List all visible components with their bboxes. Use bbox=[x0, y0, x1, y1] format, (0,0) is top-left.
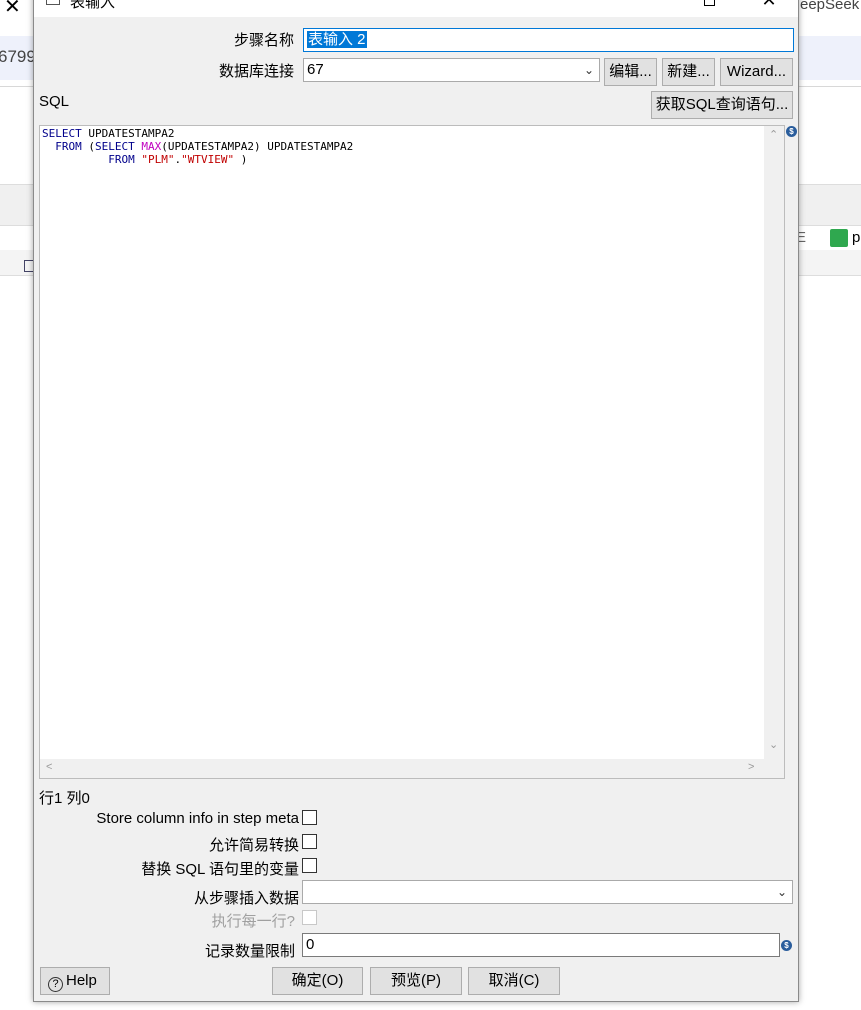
cancel-button[interactable]: 取消(C) bbox=[468, 967, 560, 995]
sql-token: ( bbox=[81, 140, 95, 153]
sql-line: FROM "PLM"."WTVIEW" ) bbox=[42, 153, 353, 166]
scroll-down-icon[interactable]: ⌄ bbox=[769, 738, 778, 751]
sql-token: ) bbox=[234, 153, 248, 166]
scroll-up-icon[interactable]: ⌃ bbox=[769, 128, 778, 141]
sql-token: FROM bbox=[42, 153, 135, 166]
sql-line: FROM (SELECT MAX(UPDATESTAMPA2) UPDATEST… bbox=[42, 140, 353, 153]
execute-each-row-checkbox bbox=[302, 910, 317, 925]
get-sql-button[interactable]: 获取SQL查询语句... bbox=[651, 91, 793, 119]
background-tab-title[interactable]: eepSeek bbox=[800, 0, 859, 13]
store-column-info-label: Store column info in step meta bbox=[96, 810, 299, 827]
lazy-conversion-checkbox[interactable] bbox=[302, 834, 317, 849]
variable-icon: $ bbox=[781, 940, 792, 951]
maximize-icon bbox=[703, 0, 715, 6]
help-icon: ? bbox=[48, 977, 63, 992]
limit-label: 记录数量限制 bbox=[204, 943, 295, 960]
maximize-button[interactable] bbox=[686, 0, 732, 15]
table-input-dialog: 表输入 ✕ 步骤名称 表输入 2 数据库连接 67 ⌄ 编辑... 新建... … bbox=[33, 0, 799, 1002]
new-connection-button[interactable]: 新建... bbox=[662, 58, 715, 86]
help-button-label: Help bbox=[66, 972, 97, 989]
db-connection-value: 67 bbox=[307, 61, 324, 78]
chevron-down-icon[interactable]: ⌄ bbox=[579, 59, 599, 81]
help-button[interactable]: ? Help bbox=[40, 967, 110, 995]
lazy-conversion-label: 允许简易转换 bbox=[208, 837, 299, 854]
sql-label: SQL bbox=[39, 93, 70, 110]
insert-from-step-select[interactable]: ⌄ bbox=[302, 880, 793, 904]
limit-value: 0 bbox=[306, 936, 315, 953]
preview-button[interactable]: 预览(P) bbox=[370, 967, 462, 995]
store-column-info-checkbox[interactable] bbox=[302, 810, 317, 825]
sql-token: (UPDATESTAMPA2) UPDATESTAMPA2 bbox=[161, 140, 354, 153]
sql-token: FROM bbox=[42, 140, 82, 153]
sql-token: "WTVIEW" bbox=[181, 153, 235, 166]
step-name-input[interactable]: 表输入 2 bbox=[303, 28, 794, 52]
background-number-text: 6799 bbox=[0, 47, 36, 66]
sql-token: MAX bbox=[141, 140, 162, 153]
scroll-right-icon[interactable]: > bbox=[748, 761, 754, 773]
step-name-value: 表输入 2 bbox=[307, 31, 367, 48]
sql-token: "PLM" bbox=[141, 153, 175, 166]
variable-icon: $ bbox=[786, 126, 797, 137]
limit-input[interactable]: 0 bbox=[302, 933, 780, 957]
sql-code[interactable]: SELECT UPDATESTAMPA2 FROM (SELECT MAX(UP… bbox=[42, 127, 353, 166]
merge-icon[interactable] bbox=[830, 229, 848, 247]
background-label-p: p bbox=[852, 229, 861, 246]
scroll-left-icon[interactable]: < bbox=[46, 761, 52, 773]
sql-horizontal-scrollbar[interactable]: < > bbox=[40, 759, 784, 778]
step-name-label: 步骤名称 bbox=[233, 32, 294, 49]
db-connection-select[interactable]: 67 ⌄ bbox=[303, 58, 600, 82]
sql-vertical-scrollbar[interactable]: ⌃ ⌄ bbox=[764, 126, 784, 760]
replace-variables-label: 替换 SQL 语句里的变量 bbox=[141, 861, 299, 878]
execute-each-row-label: 执行每一行? bbox=[211, 913, 295, 930]
background-close-icon[interactable]: ✕ bbox=[4, 0, 21, 19]
db-connection-label: 数据库连接 bbox=[218, 63, 294, 80]
sql-token: SELECT bbox=[42, 127, 82, 140]
chevron-down-icon[interactable]: ⌄ bbox=[772, 881, 792, 903]
wizard-button[interactable]: Wizard... bbox=[720, 58, 793, 86]
ok-button[interactable]: 确定(O) bbox=[272, 967, 363, 995]
close-button[interactable]: ✕ bbox=[746, 0, 792, 15]
sql-line: SELECT UPDATESTAMPA2 bbox=[42, 127, 353, 140]
replace-variables-checkbox[interactable] bbox=[302, 858, 317, 873]
edit-connection-button[interactable]: 编辑... bbox=[604, 58, 657, 86]
insert-from-step-label: 从步骤插入数据 bbox=[193, 890, 299, 907]
dialog-title: 表输入 bbox=[70, 0, 116, 11]
sql-token: UPDATESTAMPA2 bbox=[81, 127, 175, 140]
sql-token: SELECT bbox=[95, 140, 135, 153]
dialog-titlebar[interactable]: 表输入 ✕ bbox=[34, 0, 798, 17]
table-input-icon bbox=[46, 0, 60, 5]
sql-editor[interactable]: SELECT UPDATESTAMPA2 FROM (SELECT MAX(UP… bbox=[39, 125, 785, 779]
cursor-position: 行1 列0 bbox=[39, 790, 90, 807]
